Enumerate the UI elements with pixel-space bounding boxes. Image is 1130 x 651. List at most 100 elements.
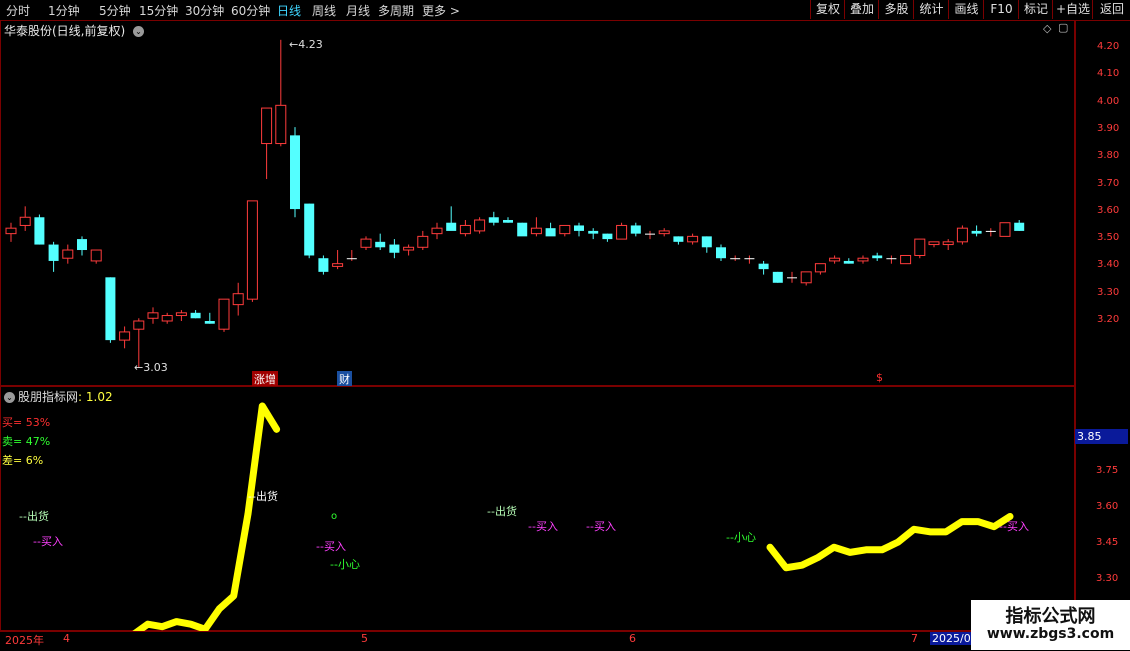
time-label-month: 4 <box>63 632 70 645</box>
candle <box>814 263 826 275</box>
candle <box>928 241 940 248</box>
candle <box>772 271 783 283</box>
candle <box>389 239 400 259</box>
candle <box>673 236 684 245</box>
indicator-current-value: 3.85 <box>1075 429 1128 444</box>
price-tick: 3.70 <box>1097 177 1120 189</box>
candle <box>332 250 344 270</box>
tab-30min[interactable]: 30分钟 <box>185 2 224 19</box>
tab-15min[interactable]: 15分钟 <box>139 2 178 19</box>
signal-buy: --买入 <box>316 540 346 553</box>
event-tag-dollar[interactable]: $ <box>876 371 883 384</box>
candle <box>758 260 769 275</box>
candle <box>843 258 854 264</box>
tab-5min[interactable]: 5分钟 <box>99 2 131 19</box>
time-label-month: 5 <box>361 632 368 645</box>
candle <box>829 255 841 264</box>
statistics-button[interactable]: 统计 <box>913 0 949 19</box>
price-tick: 3.60 <box>1097 204 1120 216</box>
signal-buy: --买入 <box>33 535 63 548</box>
tab-multi-period[interactable]: 多周期 <box>378 2 414 19</box>
candle <box>304 203 315 259</box>
candle <box>204 312 215 324</box>
candle <box>290 127 300 218</box>
candle <box>503 217 513 223</box>
price-tick: 4.00 <box>1097 95 1120 107</box>
signal-buy: --买入 <box>528 520 558 533</box>
signal-sell: --出货 <box>19 510 49 523</box>
candle <box>34 214 45 245</box>
candle <box>886 255 897 264</box>
tab-60min[interactable]: 60分钟 <box>231 2 270 19</box>
time-label-month: 6 <box>629 632 636 645</box>
period-toolbar: 分时 1分钟 5分钟 15分钟 30分钟 60分钟 日线 周线 月线 多周期 更… <box>0 0 1130 21</box>
back-button[interactable]: 返回 <box>1092 0 1130 19</box>
tab-monthly[interactable]: 月线 <box>346 2 370 19</box>
indicator-tick: 3.75 <box>1096 465 1119 476</box>
signal-caution: --小心 <box>726 531 756 544</box>
candle <box>616 222 628 240</box>
candle <box>77 236 87 256</box>
candle <box>232 282 244 316</box>
candle <box>417 230 429 251</box>
tab-daily[interactable]: 日线 <box>277 2 301 19</box>
multi-stock-button[interactable]: 多股 <box>878 0 914 19</box>
signal-buy: --买入 <box>586 520 616 533</box>
indicator-chart <box>132 402 1014 631</box>
tab-fenshi[interactable]: 分时 <box>6 2 30 19</box>
low-price-label: ←3.03 <box>134 361 168 374</box>
draw-line-button[interactable]: 画线 <box>948 0 984 19</box>
candle <box>900 254 912 265</box>
overlay-button[interactable]: 叠加 <box>844 0 879 19</box>
candle <box>857 255 869 264</box>
candle <box>431 222 443 240</box>
candle <box>275 39 287 147</box>
restore-rights-button[interactable]: 复权 <box>810 0 845 19</box>
indicator-tick: 3.60 <box>1096 501 1119 512</box>
candle <box>588 228 599 240</box>
signal-dot: o <box>331 511 338 522</box>
candle <box>105 277 116 343</box>
add-watchlist-button[interactable]: +自选 <box>1052 0 1093 19</box>
tab-1min[interactable]: 1分钟 <box>48 2 80 19</box>
price-tick: 3.80 <box>1097 150 1120 162</box>
candle <box>62 244 74 264</box>
candle <box>488 211 499 226</box>
tab-weekly[interactable]: 周线 <box>312 2 336 19</box>
candle <box>545 222 556 237</box>
candle <box>517 222 528 237</box>
candle <box>985 228 996 237</box>
indicator-line <box>132 402 281 631</box>
candle <box>914 238 926 259</box>
candle <box>375 233 386 251</box>
candle <box>246 200 258 302</box>
candle <box>602 233 613 242</box>
high-price-label: ←4.23 <box>289 38 323 51</box>
candle <box>574 222 584 237</box>
candle <box>701 236 712 253</box>
watermark-url: www.zbgs3.com <box>986 626 1115 642</box>
price-tick: 3.50 <box>1097 232 1120 244</box>
watermark-title: 指标公式网 <box>1005 606 1096 627</box>
signal-sell: --出货 <box>487 505 517 518</box>
candle <box>658 228 670 237</box>
candlestick-chart <box>5 39 1025 368</box>
candle <box>687 233 699 245</box>
site-watermark: 指标公式网 www.zbgs3.com <box>971 600 1130 650</box>
candle <box>190 310 201 319</box>
candle <box>872 252 883 261</box>
price-tick: 3.30 <box>1097 286 1120 298</box>
candle <box>730 255 741 261</box>
tab-more[interactable]: 更多 > <box>422 2 460 19</box>
candle <box>446 206 457 231</box>
event-tag-finance[interactable]: 财 <box>337 371 352 387</box>
f10-button[interactable]: F10 <box>983 0 1019 19</box>
signal-buy: --买入 <box>999 520 1029 533</box>
event-tag-increase[interactable]: 涨增 <box>252 371 278 387</box>
candle <box>90 249 102 264</box>
mark-button[interactable]: 标记 <box>1018 0 1053 19</box>
price-tick: 3.90 <box>1097 122 1120 134</box>
candle <box>147 307 159 324</box>
candle <box>787 271 797 283</box>
candle <box>800 271 812 286</box>
